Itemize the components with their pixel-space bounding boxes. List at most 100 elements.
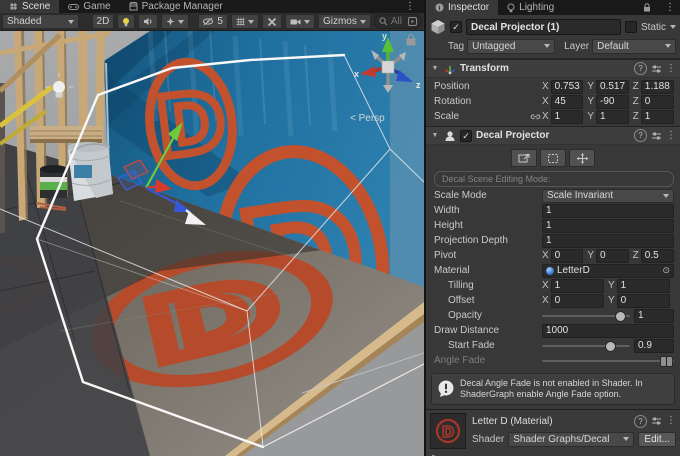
tiling-x-field[interactable]: 1 — [551, 279, 604, 293]
draw-distance-field[interactable]: 1000 — [542, 324, 674, 338]
static-checkbox[interactable] — [625, 21, 637, 33]
foldout-icon[interactable]: ▼ — [430, 132, 440, 139]
position-row: Position X0.753 Y0.517 Z1.188 — [434, 80, 674, 93]
shading-mode-dropdown[interactable]: Shaded — [2, 14, 79, 29]
scale-x-field[interactable]: 1 — [551, 110, 584, 124]
position-y-field[interactable]: 0.517 — [596, 80, 629, 94]
lightbulb-icon — [507, 3, 515, 13]
edit-crop-mode-button[interactable] — [540, 149, 566, 167]
tab-inspector-label: Inspector — [448, 2, 489, 13]
material-object-field[interactable]: LetterD ⊙ — [542, 264, 674, 278]
hidden-count: 5 — [217, 16, 223, 27]
help-icon[interactable]: ? — [634, 129, 647, 142]
layer-dropdown[interactable]: Default — [592, 39, 676, 54]
decal-projector-header[interactable]: ▼ ✓ Decal Projector ? ⋮ — [426, 126, 680, 145]
chevron-down-icon — [304, 20, 310, 24]
chevron-down-icon — [178, 20, 184, 24]
chevron-down-icon — [663, 194, 669, 198]
pivot-z-field[interactable]: 0.5 — [641, 249, 674, 263]
shader-edit-button[interactable]: Edit... — [638, 432, 676, 447]
component-tools-button[interactable] — [262, 14, 282, 29]
component-enabled-checkbox[interactable]: ✓ — [460, 130, 472, 142]
menu-icon[interactable]: ⋮ — [666, 64, 676, 74]
gameobject-name-field[interactable]: Decal Projector (1) — [466, 19, 621, 35]
gizmos-label: Gizmos — [323, 16, 357, 27]
help-icon[interactable]: ? — [634, 62, 647, 75]
help-icon[interactable]: ? — [634, 415, 647, 428]
chevron-down-icon — [360, 20, 366, 24]
scene-camera-dropdown[interactable] — [285, 14, 315, 29]
scale-y-field[interactable]: 1 — [596, 110, 629, 124]
start-fade-slider[interactable] — [542, 340, 630, 352]
tab-inspector[interactable]: i Inspector — [426, 0, 498, 15]
opacity-field[interactable]: 1 — [634, 309, 674, 323]
package-icon — [129, 2, 138, 11]
scene-lighting-toggle[interactable] — [117, 14, 135, 29]
opacity-slider[interactable] — [542, 310, 630, 322]
gizmos-dropdown[interactable]: Gizmos — [318, 14, 371, 29]
picker-frame-icon[interactable] — [408, 17, 417, 26]
gameobject-active-checkbox[interactable]: ✓ — [450, 21, 462, 33]
persp-label[interactable]: < Persp — [350, 113, 385, 124]
edit-scale-mode-button[interactable] — [511, 149, 537, 167]
scene-audio-toggle[interactable] — [138, 14, 158, 29]
cube-icon[interactable] — [430, 19, 446, 35]
opacity-row: Opacity 1 — [434, 309, 674, 322]
pivot-x-field[interactable]: 0 — [551, 249, 584, 263]
scene-visibility-toggle[interactable]: 5 — [198, 14, 228, 29]
eye-hidden-icon — [203, 17, 214, 26]
scene-effects-dropdown[interactable] — [161, 14, 189, 29]
preset-icon[interactable] — [651, 416, 662, 426]
shader-dropdown[interactable]: Shader Graphs/Decal — [508, 432, 634, 447]
scale-mode-dropdown[interactable]: Scale Invariant — [542, 189, 674, 203]
rotation-z-field[interactable]: 0 — [641, 95, 674, 109]
tag-dropdown[interactable]: Untagged — [467, 39, 555, 54]
tools-icon — [267, 17, 277, 27]
shading-mode-label: Shaded — [7, 16, 65, 27]
position-x-field[interactable]: 0.753 — [551, 80, 584, 94]
axis-y-label: y — [382, 31, 387, 41]
menu-icon[interactable]: ⋮ — [666, 416, 676, 426]
height-field[interactable]: 1 — [542, 219, 674, 233]
inspector-lock-button[interactable] — [634, 0, 660, 15]
pivot-y-field[interactable]: 0 — [596, 249, 629, 263]
tab-package-manager[interactable]: Package Manager — [120, 0, 232, 13]
position-z-field[interactable]: 1.188 — [641, 80, 674, 94]
chevron-down-icon — [665, 44, 671, 48]
scale-z-field[interactable]: 1 — [641, 110, 674, 124]
draw-distance-row: Draw Distance 1000 — [434, 324, 674, 337]
layer-label: Layer — [564, 41, 589, 52]
material-thumbnail[interactable]: D — [430, 413, 466, 449]
scene-search-input[interactable]: All — [374, 14, 422, 29]
inspector-menu-button[interactable]: ⋮ — [660, 0, 680, 15]
offset-y-field[interactable]: 0 — [617, 294, 670, 308]
edit-pivot-mode-button[interactable] — [569, 149, 595, 167]
link-icon[interactable] — [528, 112, 542, 121]
svg-text:i: i — [439, 5, 441, 12]
tab-game[interactable]: Game — [59, 0, 119, 13]
menu-icon[interactable]: ⋮ — [666, 131, 676, 141]
scene-viewport[interactable]: D D D — [0, 31, 424, 456]
preset-icon[interactable] — [651, 131, 662, 141]
scene-grid-dropdown[interactable] — [231, 14, 259, 29]
preset-icon[interactable] — [651, 64, 662, 74]
tab-scene[interactable]: Scene — [0, 0, 59, 13]
chevron-down-icon — [544, 44, 550, 48]
tiling-y-field[interactable]: 1 — [617, 279, 670, 293]
transform-header[interactable]: ▼ Transform ? ⋮ — [426, 59, 680, 78]
offset-x-field[interactable]: 0 — [551, 294, 604, 308]
rotation-y-field[interactable]: -90 — [596, 95, 629, 109]
object-picker-icon[interactable]: ⊙ — [662, 265, 670, 276]
rotation-x-field[interactable]: 45 — [551, 95, 584, 109]
tabbar-spacer — [232, 0, 396, 13]
scene-tab-menu-button[interactable]: ⋮ — [396, 0, 424, 13]
2d-toggle-button[interactable]: 2D — [92, 14, 115, 29]
scene-panel: Scene Game Package Manager ⋮ Shaded — [0, 0, 424, 456]
start-fade-field[interactable]: 0.9 — [634, 339, 674, 353]
projection-depth-field[interactable]: 1 — [542, 234, 674, 248]
effects-star-icon — [166, 17, 175, 26]
width-field[interactable]: 1 — [542, 204, 674, 218]
tab-lighting[interactable]: Lighting — [498, 0, 563, 15]
static-dropdown-icon[interactable] — [670, 25, 676, 29]
foldout-icon[interactable]: ▼ — [430, 65, 440, 72]
